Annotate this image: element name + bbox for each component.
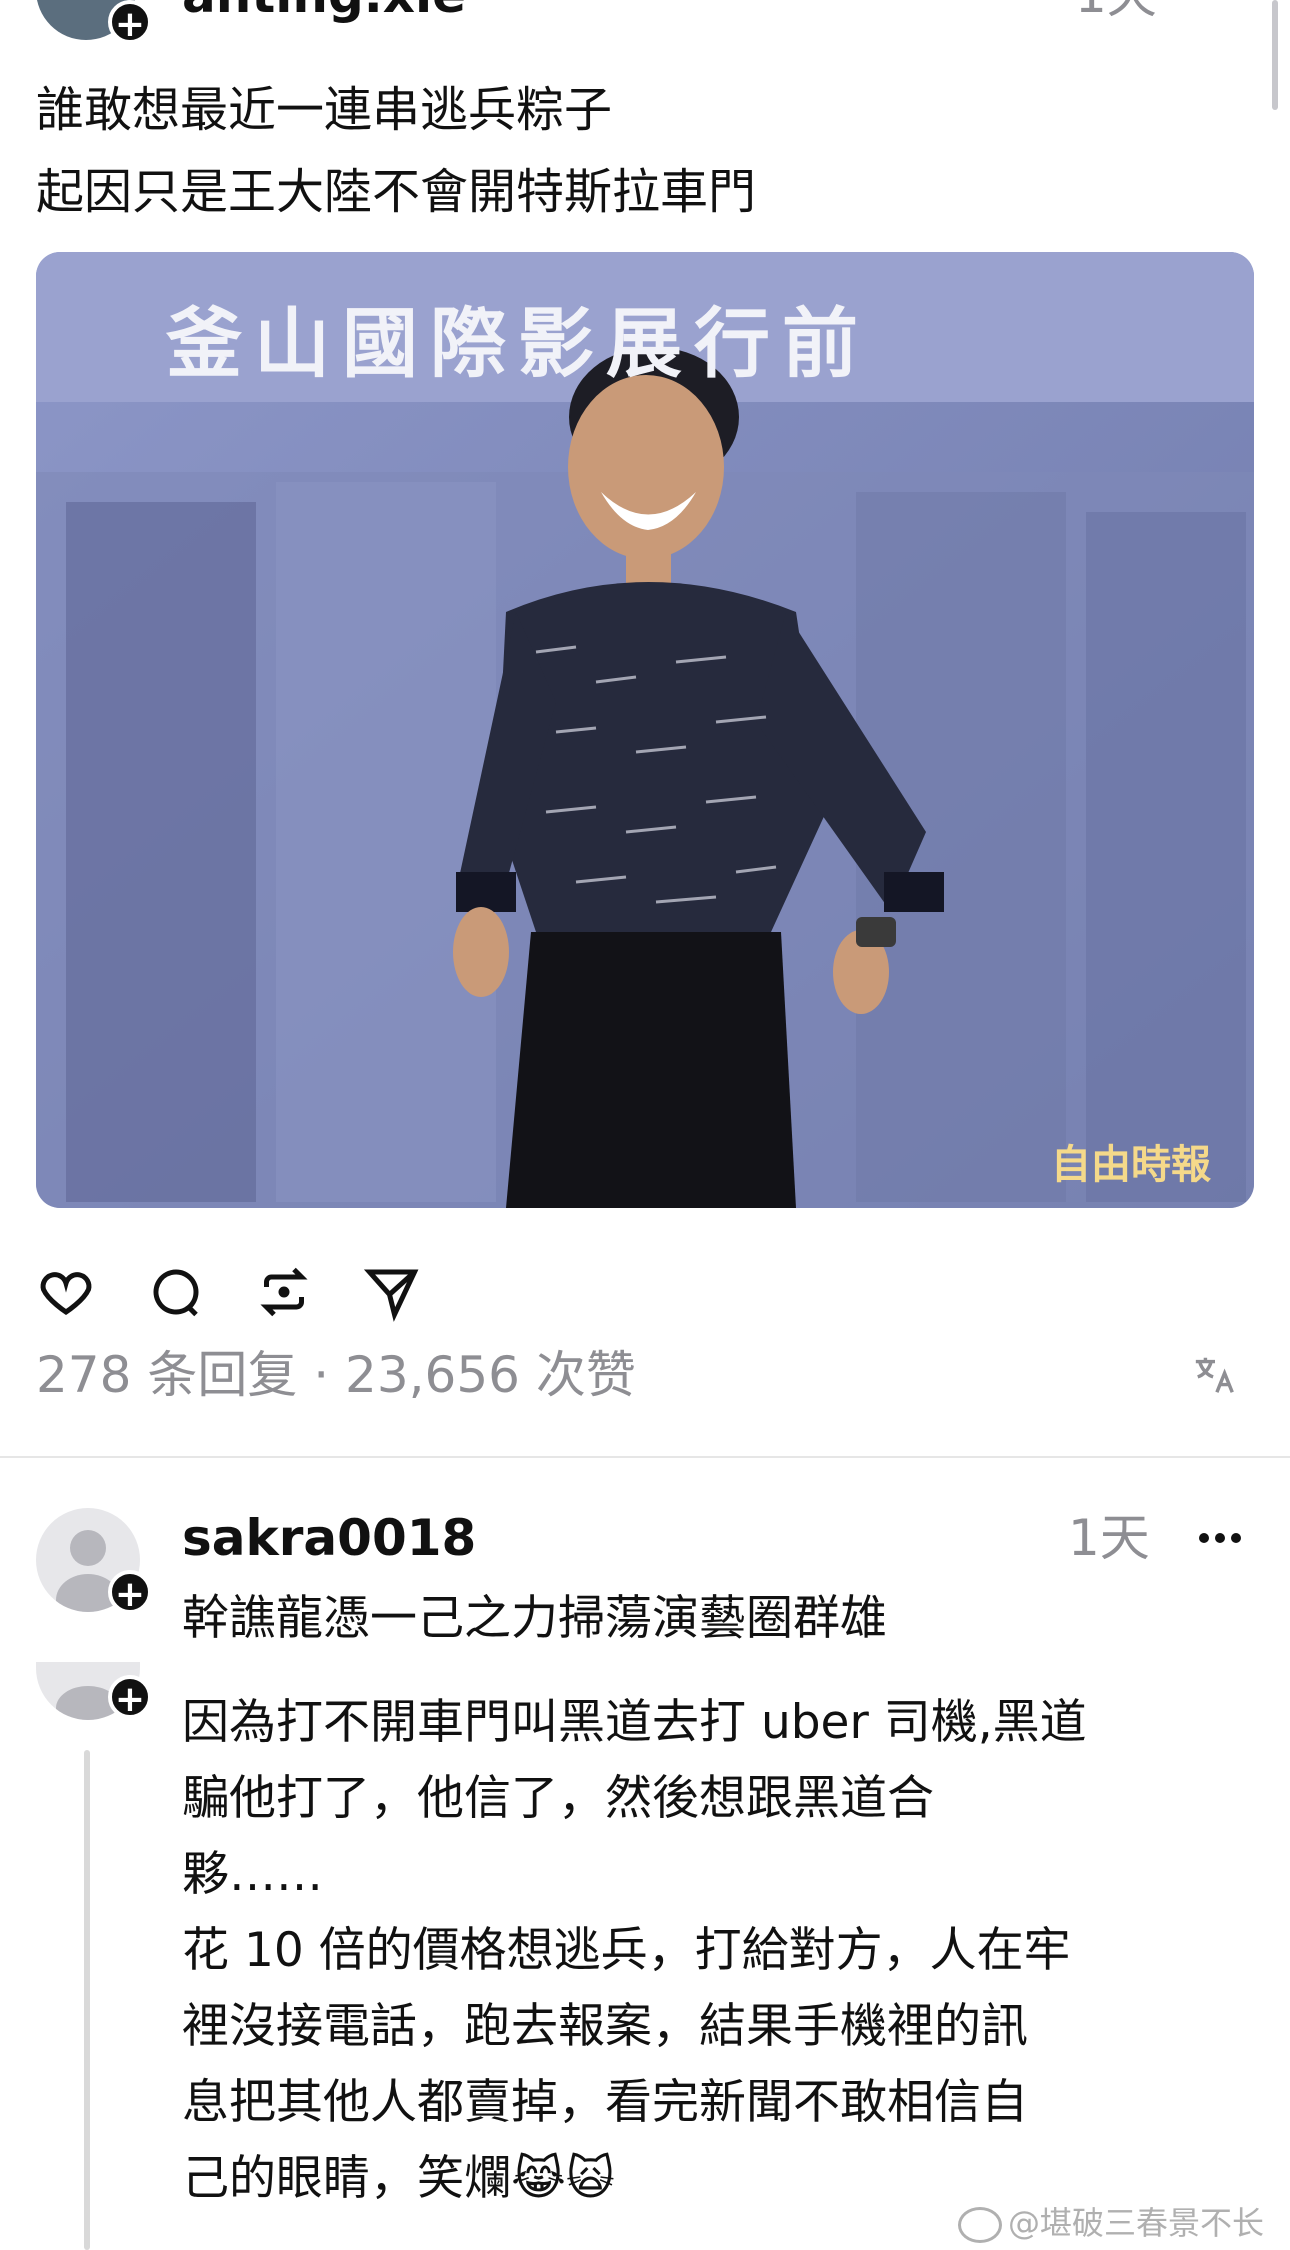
post-image[interactable]: 釜山國際影展行前 自由時報: [36, 252, 1254, 1208]
weibo-watermark: @堪破三春景不长: [958, 2198, 1264, 2244]
post-text-line-1: 誰敢想最近一連串逃兵粽子: [36, 82, 613, 138]
image-banner-text: 釜山國際影展行前: [166, 299, 870, 388]
action-bar: [36, 1262, 436, 1332]
comment2-line-1: 因為打不開車門叫黑道去打 uber 司機,黑道: [182, 1695, 1087, 1750]
crying-cat-emoji-icon: 😹: [511, 2151, 566, 2206]
comment2-follow-plus-icon[interactable]: +: [108, 1675, 152, 1720]
repost-icon[interactable]: [254, 1262, 314, 1322]
post-time: 1天: [1075, 0, 1157, 20]
comment2-line-7-text: 己的眼睛，笑爛: [182, 2151, 511, 2206]
thread-line: [84, 1750, 90, 2250]
post-text-line-2: 起因只是王大陸不會開特斯拉車門: [36, 164, 757, 220]
comment1-time: 1天: [1068, 1509, 1150, 1567]
post-stats[interactable]: 278 条回复 · 23,656 次赞: [36, 1345, 636, 1405]
comment2-line-4: 花 10 倍的價格想逃兵，打給對方，人在牢: [182, 1923, 1071, 1978]
follow-plus-icon[interactable]: +: [108, 0, 152, 45]
comment2-line-7: 己的眼睛，笑爛😹🙀: [182, 2140, 615, 2218]
post-username[interactable]: anting.xie: [182, 0, 466, 20]
share-icon[interactable]: [362, 1262, 422, 1322]
image-watermark: 自由時報: [1051, 1141, 1211, 1188]
comment2-line-3: 夥……: [182, 1847, 323, 1902]
comment2-line-5: 裡沒接電話，跑去報案，結果手機裡的訊: [182, 1999, 1028, 2054]
section-divider: [0, 1456, 1290, 1458]
comment1-follow-plus-icon[interactable]: +: [108, 1570, 152, 1615]
photo-illustration: [36, 252, 1254, 1208]
weibo-logo-icon: [958, 2207, 1002, 2243]
comment1-text: 幹譙龍憑一己之力掃蕩演藝圈群雄: [182, 1591, 887, 1646]
weary-cat-emoji-icon: 🙀: [565, 2151, 615, 2206]
scrollbar[interactable]: [1272, 0, 1278, 110]
comment-icon[interactable]: [146, 1262, 206, 1322]
comment2-line-2: 騙他打了，他信了，然後想跟黑道合: [182, 1771, 934, 1826]
comment1-username[interactable]: sakra0018: [182, 1508, 476, 1568]
watermark-text: @堪破三春景不长: [1008, 2204, 1265, 2242]
more-icon[interactable]: [1196, 1526, 1244, 1554]
heart-icon[interactable]: [36, 1262, 96, 1322]
comment2-line-6: 息把其他人都賣掉，看完新聞不敢相信自: [182, 2075, 1028, 2130]
translate-icon[interactable]: [1192, 1352, 1238, 1402]
